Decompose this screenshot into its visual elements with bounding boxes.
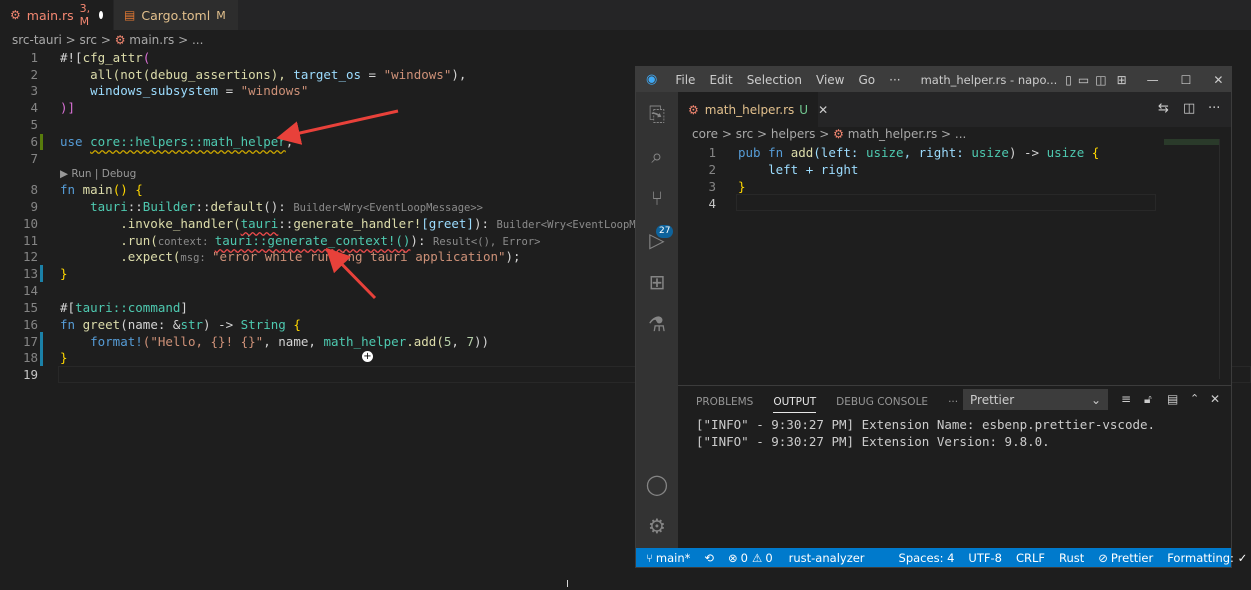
layout-panel-icon[interactable]: ▭ [1078,73,1089,87]
output-channel-value: Prettier [970,393,1015,407]
more-actions-icon[interactable]: ··· [1208,101,1220,116]
breadcrumb: core > src > helpers > ⚙ math_helper.rs … [692,127,967,141]
rust-gear-icon: ⚙ [833,127,844,141]
rust-gear-icon: ⚙ [688,102,699,117]
source-control-icon[interactable]: ⑂ [645,186,669,210]
menu-view[interactable]: View [816,73,844,87]
breadcrumb-item[interactable]: math_helper.rs [848,127,938,141]
status-eol[interactable]: CRLF [1016,551,1045,565]
tab-math-helper[interactable]: ⚙ math_helper.rs U ✕ [678,92,828,127]
editor-tab-bar: ⚙ math_helper.rs U ✕ ⇆ ◫ ··· [678,92,1231,127]
code-line[interactable]: } [738,179,746,194]
floating-vscode-window: ◉ File Edit Selection View Go ··· math_h… [635,66,1247,568]
line-number: 4 [708,196,716,211]
bottom-panel: PROBLEMS OUTPUT DEBUG CONSOLE ··· Pretti… [678,385,1231,549]
menu-selection[interactable]: Selection [747,73,802,87]
window-title: math_helper.rs - napo... [920,72,1058,87]
line-number: 3 [708,179,716,194]
warning-icon: ⚠ [752,550,763,565]
line-number: 1 [708,145,716,160]
layout-split-icon[interactable]: ◫ [1095,73,1106,87]
menu-bar: File Edit Selection View Go ··· [675,73,914,87]
annotation-arrow [276,109,399,145]
annotation-arrow [325,247,377,300]
tab-output[interactable]: OUTPUT [773,396,817,413]
scrollbar[interactable] [1219,139,1231,379]
prettier-icon: ⊘ [1098,550,1108,565]
tab-label: math_helper.rs [704,102,795,117]
breadcrumb-item[interactable]: ... [955,127,966,141]
menu-file[interactable]: File [675,73,695,87]
breadcrumb-item[interactable]: helpers [771,127,816,141]
extensions-icon[interactable]: ⊞ [645,270,669,294]
chevron-down-icon: ⌄ [1090,393,1101,407]
output-line: ["INFO" - 9:30:27 PM] Extension Name: es… [696,417,1156,432]
status-warnings[interactable]: 0 [765,551,772,565]
code-line[interactable]: left + right [738,162,858,177]
status-errors[interactable]: 0 [741,551,748,565]
title-bar: ◉ File Edit Selection View Go ··· math_h… [636,67,1231,92]
sync-icon[interactable]: ⟲ [704,551,714,565]
tab-status: U [799,102,809,117]
status-formatting[interactable]: Formatting: ✓ [1167,551,1247,565]
cursor-icon: + [362,351,373,362]
vscode-logo-icon: ◉ [646,72,658,87]
open-changes-icon[interactable]: ⇆ [1158,101,1169,116]
status-encoding[interactable]: UTF-8 [968,551,1002,565]
tab-problems[interactable]: PROBLEMS [696,396,753,413]
code-line[interactable]: pub fn add(left: usize, right: usize) ->… [738,145,1099,160]
layout-sidebar-icon[interactable]: ▯ [1065,73,1072,87]
current-line-highlight [736,194,1156,211]
gear-icon[interactable]: ⚙ [645,514,669,538]
error-icon: ⊗ [728,550,738,565]
activity-bar: ⎘ ⌕ ⑂ 27 ▷ ⊞ ⚗ ◯ ⚙ [636,92,678,548]
maximize-panel-icon[interactable]: ⌃ [1190,392,1199,405]
testing-icon[interactable]: ⚗ [645,312,669,336]
split-editor-icon[interactable]: ◫ [1183,101,1195,116]
clear-output-icon[interactable]: ≡ [1121,392,1131,406]
accounts-icon[interactable]: ◯ [645,472,669,496]
text-cursor-icon: I [566,579,569,590]
lock-scroll-icon[interactable]: 🔓︎ [1144,392,1152,407]
line-number: 2 [708,162,716,177]
status-language[interactable]: Rust [1059,551,1084,565]
menu-more[interactable]: ··· [889,73,900,87]
output-channel-select[interactable]: Prettier ⌄ [963,389,1108,410]
status-branch[interactable]: main* [656,551,690,565]
close-icon[interactable]: ✕ [1213,73,1223,87]
minimap[interactable] [1164,139,1220,145]
panel-more-icon[interactable]: ··· [948,396,958,413]
status-rust-analyzer[interactable]: rust-analyzer [789,551,865,565]
maximize-icon[interactable]: ☐ [1181,73,1192,87]
branch-icon: ⑂ [646,550,653,565]
annotation-arrows [276,109,399,300]
breadcrumb-item[interactable]: src [736,127,754,141]
menu-go[interactable]: Go [858,73,875,87]
close-tab-icon[interactable]: ✕ [818,103,828,117]
tab-debug-console[interactable]: DEBUG CONSOLE [836,396,928,413]
status-prettier[interactable]: Prettier [1111,551,1153,565]
run-debug-icon[interactable]: ▷ [645,228,669,252]
close-panel-icon[interactable]: ✕ [1210,392,1220,406]
status-indentation[interactable]: Spaces: 4 [899,551,955,565]
open-log-icon[interactable]: ▤ [1167,392,1178,406]
menu-edit[interactable]: Edit [709,73,732,87]
search-icon[interactable]: ⌕ [645,144,669,168]
explorer-icon[interactable]: ⎘ [645,102,669,126]
minimize-icon[interactable]: — [1147,73,1159,87]
panel-tabs: PROBLEMS OUTPUT DEBUG CONSOLE ··· [696,396,958,413]
customize-layout-icon[interactable]: ⊞ [1117,73,1127,87]
output-line: ["INFO" - 9:30:27 PM] Extension Version:… [696,434,1050,449]
status-bar: ⑂ main* ⟲ ⊗ 0 ⚠ 0 rust-analyzer Spaces: … [636,548,1247,567]
breadcrumb-item[interactable]: core [692,127,718,141]
